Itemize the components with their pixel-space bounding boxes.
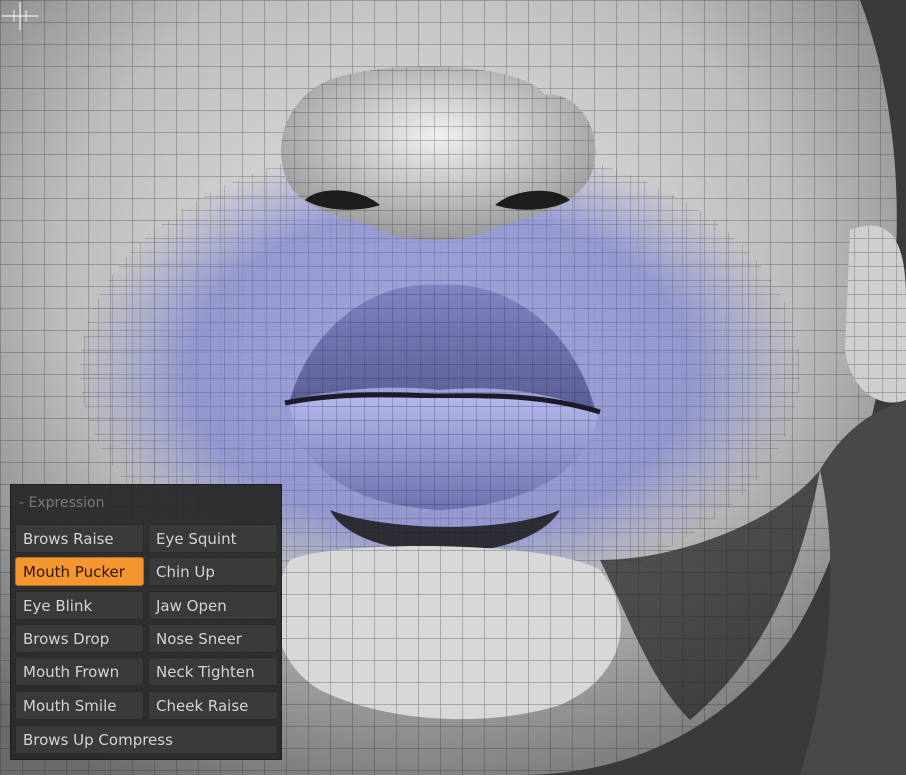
cheek-raise-button[interactable]: Cheek Raise: [148, 691, 278, 720]
eye-blink-button[interactable]: Eye Blink: [15, 591, 144, 620]
expression-panel: - Expression Brows Raise Eye Squint Mout…: [10, 484, 282, 760]
eye-squint-button[interactable]: Eye Squint: [148, 524, 278, 553]
brush-cursor-icon: [2, 2, 38, 30]
jaw-open-button[interactable]: Jaw Open: [148, 591, 278, 620]
nose-sneer-button[interactable]: Nose Sneer: [148, 624, 278, 653]
sculpt-viewport[interactable]: - Expression Brows Raise Eye Squint Mout…: [0, 0, 906, 775]
brows-drop-button[interactable]: Brows Drop: [15, 624, 144, 653]
mouth-frown-button[interactable]: Mouth Frown: [15, 657, 144, 686]
brows-up-compress-button[interactable]: Brows Up Compress: [15, 725, 278, 754]
mouth-pucker-button[interactable]: Mouth Pucker: [15, 557, 144, 586]
expression-panel-title[interactable]: - Expression: [11, 485, 281, 521]
chin-up-button[interactable]: Chin Up: [148, 557, 278, 586]
mouth-smile-button[interactable]: Mouth Smile: [15, 691, 144, 720]
neck-tighten-button[interactable]: Neck Tighten: [148, 657, 278, 686]
brows-raise-button[interactable]: Brows Raise: [15, 524, 144, 553]
